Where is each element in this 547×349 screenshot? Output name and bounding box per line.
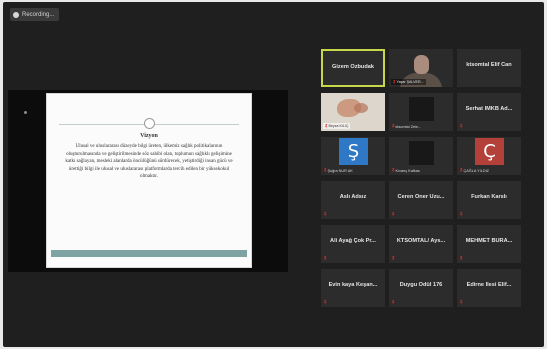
- mic-muted-icon: ẓ: [460, 299, 463, 305]
- pointer-mark: [24, 111, 27, 114]
- participant-head: [414, 55, 429, 74]
- mic-muted-icon: ẓ: [324, 167, 327, 173]
- mic-muted-icon: ẓ: [324, 211, 327, 217]
- slide-footer-bar: [51, 250, 247, 257]
- mic-muted-icon: ẓ: [460, 123, 463, 129]
- participant-name-tag: ẓ Şuğra NUR AK: [324, 167, 353, 173]
- participant-tile-image[interactable]: ẓ Kıvanç Kafkas: [389, 137, 453, 175]
- mic-muted-icon: ẓ: [392, 211, 395, 217]
- mic-muted-icon: ẓ: [325, 122, 328, 129]
- mic-muted-icon: ẓ: [460, 255, 463, 261]
- mic-muted-icon: ẓ: [460, 211, 463, 217]
- record-icon: [13, 11, 19, 18]
- mic-muted-icon: ẓ: [392, 167, 395, 173]
- participant-name: Evin kaya Keşan...: [328, 282, 378, 288]
- participant-name: Gizem Özbudak: [332, 64, 374, 70]
- mic-muted-icon: ẓ: [392, 299, 395, 305]
- participant-tile[interactable]: Furkan Karslı ẓ: [457, 181, 521, 219]
- participant-tile-video[interactable]: ẓ Yaşar ŞALVER...: [389, 49, 453, 87]
- profile-picture: [409, 141, 434, 165]
- participant-name: KTSOMTAL/ Ays...: [396, 238, 446, 244]
- participant-tile-avatar[interactable]: Ç ẓ ÇAĞLA YILDIZ: [457, 137, 521, 175]
- participant-status: ẓ: [324, 212, 327, 217]
- participant-tile[interactable]: Edirne İlesi Elif... ẓ: [457, 269, 521, 307]
- participant-name: Serhat İMKB Ad...: [465, 106, 513, 112]
- participant-tile[interactable]: KTSOMTAL/ Ays... ẓ: [389, 225, 453, 263]
- slide-title: Vizyon: [140, 133, 158, 139]
- participant-status: ẓ: [324, 256, 327, 261]
- participant-tile[interactable]: Duygu Ödül 176 ẓ: [389, 269, 453, 307]
- screen-share-area: Vizyon Ulusal ve uluslararası düzeyde bi…: [8, 90, 288, 272]
- recording-label: Recording...: [22, 11, 55, 18]
- participant-name: ktsomtal Elif Can: [466, 62, 512, 68]
- mic-muted-icon: ẓ: [324, 255, 327, 261]
- participant-name: Ali Ayağ Çok Pr...: [330, 238, 376, 244]
- participant-status: ẓ: [392, 256, 395, 261]
- profile-picture: [409, 97, 434, 121]
- participant-tile-image[interactable]: ẓ ktsomtal Zele...: [389, 93, 453, 131]
- participant-status: ẓ: [392, 212, 395, 217]
- profile-picture-detail: [354, 103, 368, 113]
- participant-tile[interactable]: MEHMET BURA... ẓ: [457, 225, 521, 263]
- participant-status: ẓ: [460, 212, 463, 217]
- participant-tile[interactable]: ktsomtal Elif Can: [457, 49, 521, 87]
- avatar: Ç: [475, 138, 504, 165]
- participant-tile[interactable]: Evin kaya Keşan... ẓ: [321, 269, 385, 307]
- avatar: Ş: [339, 138, 368, 165]
- participant-name: Edirne İlesi Elif...: [466, 282, 512, 288]
- participant-tile[interactable]: Ali Ayağ Çok Pr... ẓ: [321, 225, 385, 263]
- participant-status: ẓ: [460, 256, 463, 261]
- participant-tile[interactable]: Serhat İMKB Ad... ẓ: [457, 93, 521, 131]
- participant-status: ẓ: [460, 124, 463, 129]
- participant-name-tag: ẓ Yaşar ŞALVER...: [391, 78, 426, 85]
- participant-status: ẓ: [392, 300, 395, 305]
- mic-muted-icon: ẓ: [392, 255, 395, 261]
- mic-muted-icon: ẓ: [393, 78, 396, 85]
- participant-tile-avatar[interactable]: Ş ẓ Şuğra NUR AK: [321, 137, 385, 175]
- participant-name: Aslı Adsız: [339, 194, 367, 200]
- recording-indicator[interactable]: Recording...: [10, 8, 60, 21]
- participant-name: Furkan Karslı: [471, 194, 507, 200]
- participant-tile[interactable]: Ceren Öner Uzu... ẓ: [389, 181, 453, 219]
- mic-muted-icon: ẓ: [324, 299, 327, 305]
- participant-name-tag: ẓ ÇAĞLA YILDIZ: [460, 167, 489, 173]
- participant-name: Duygu Ödül 176: [399, 282, 443, 288]
- participant-name: Ceren Öner Uzu...: [397, 194, 445, 200]
- mic-muted-icon: ẓ: [392, 123, 395, 129]
- participant-name-tag: ẓ Kıvanç Kafkas: [392, 167, 420, 173]
- meeting-window: Recording... Vizyon Ulusal ve uluslarara…: [3, 2, 544, 347]
- mic-muted-icon: ẓ: [460, 167, 463, 173]
- participant-name-tag: ẓ ktsomtal Zele...: [392, 123, 422, 129]
- participant-tile[interactable]: Gizem Özbudak: [321, 49, 385, 87]
- participant-name: MEHMET BURA...: [465, 238, 513, 244]
- participant-status: ẓ: [460, 300, 463, 305]
- participant-tile-image[interactable]: ẓ Beyza KILIÇ: [321, 93, 385, 131]
- slide-body-text: Ulusal ve uluslararası düzeyde bilgi üre…: [65, 144, 233, 180]
- participant-name-tag: ẓ Beyza KILIÇ: [323, 122, 351, 129]
- presentation-slide: Vizyon Ulusal ve uluslararası düzeyde bi…: [46, 93, 252, 268]
- participant-tile[interactable]: Aslı Adsız ẓ: [321, 181, 385, 219]
- participant-status: ẓ: [324, 300, 327, 305]
- slide-circle-ornament: [144, 118, 155, 129]
